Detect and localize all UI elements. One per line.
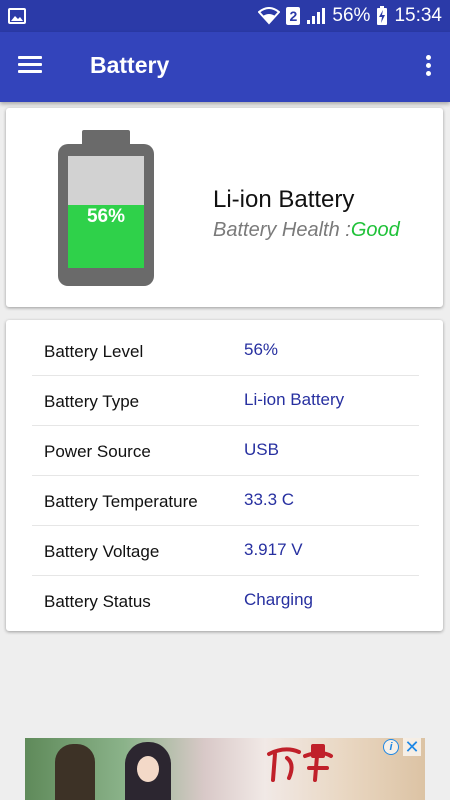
battery-health-value: Good (350, 219, 400, 241)
detail-label: Battery Type (44, 392, 140, 411)
detail-row-status: Battery Status Charging (32, 576, 419, 626)
battery-charging-icon (377, 6, 388, 25)
detail-value: Charging (244, 590, 313, 609)
battery-name: Li-ion Battery (213, 186, 355, 213)
detail-value: USB (244, 440, 279, 459)
gallery-icon (8, 8, 26, 24)
ad-banner[interactable]: i ✕ (25, 738, 425, 800)
ad-character-image (55, 744, 95, 800)
battery-level-label: 56% (86, 206, 126, 227)
clock: 15:34 (394, 5, 442, 26)
battery-percent: 56% (332, 5, 371, 26)
detail-label: Battery Level (44, 342, 144, 361)
detail-label: Power Source (44, 442, 151, 461)
detail-value: 3.917 V (244, 540, 303, 559)
detail-label: Battery Status (44, 592, 151, 611)
detail-row-type: Battery Type Li-ion Battery (32, 376, 419, 426)
detail-row-level: Battery Level 56% (32, 326, 419, 376)
detail-row-temperature: Battery Temperature 33.3 C (32, 476, 419, 526)
close-icon[interactable]: ✕ (403, 738, 421, 756)
wifi-icon (258, 7, 281, 25)
ad-logo-seal (311, 744, 325, 758)
page-title: Battery (90, 52, 170, 78)
app-bar: Battery (0, 32, 450, 102)
signal-icon (307, 8, 326, 24)
sim-badge: 2 (286, 7, 301, 25)
ad-info-icon[interactable]: i (383, 739, 399, 755)
hamburger-menu-icon[interactable] (16, 53, 44, 81)
detail-label: Battery Temperature (44, 492, 198, 511)
battery-summary-card: 56% Li-ion Battery Battery Health :Good (6, 108, 443, 307)
detail-row-voltage: Battery Voltage 3.917 V (32, 526, 419, 576)
battery-health-label: Battery Health : (213, 219, 351, 241)
more-vert-icon[interactable] (420, 53, 436, 81)
ad-character-face (137, 756, 159, 782)
battery-health: Battery Health :Good (213, 219, 400, 242)
status-bar: 2 56% 15:34 (0, 0, 450, 32)
detail-row-power-source: Power Source USB (32, 426, 419, 476)
detail-value: Li-ion Battery (244, 390, 345, 409)
detail-label: Battery Voltage (44, 542, 160, 561)
battery-details-card: Battery Level 56% Battery Type Li-ion Ba… (6, 320, 443, 631)
detail-value: 33.3 C (244, 490, 295, 509)
detail-value: 56% (244, 340, 279, 359)
battery-graphic: 56% (58, 144, 154, 286)
